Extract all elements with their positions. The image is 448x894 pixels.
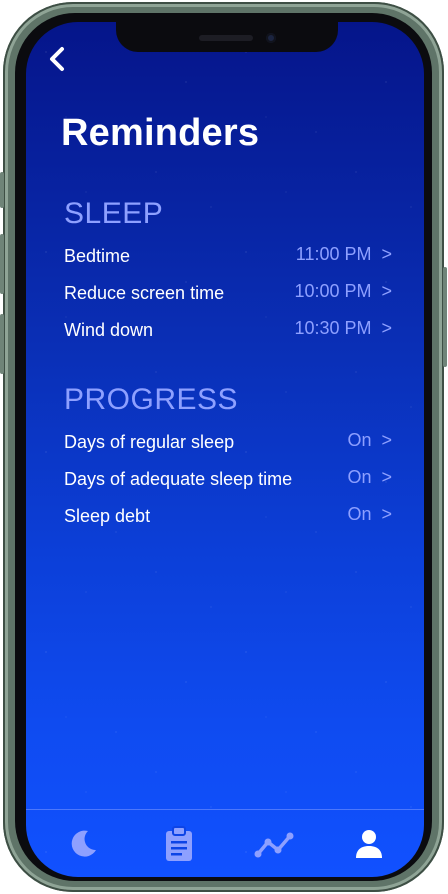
reminder-row-wind-down[interactable]: Wind down 10:30 PM > — [64, 314, 392, 344]
value-text: On — [347, 430, 372, 450]
reminder-row-days-of-adequate-sleep-time[interactable]: Days of adequate sleep time On > — [64, 463, 392, 493]
row-value: On > — [347, 467, 392, 488]
row-label: Days of regular sleep — [64, 432, 235, 452]
screen: Reminders SLEEP Bedtime 11:00 PM > Reduce… — [26, 22, 424, 877]
moon-icon — [71, 830, 96, 857]
chevron-right-icon: > — [381, 318, 392, 338]
tab-trends[interactable] — [254, 824, 294, 864]
row-value: On > — [347, 504, 392, 525]
chevron-right-icon: > — [381, 430, 392, 450]
speaker — [199, 35, 253, 41]
row-label: Wind down — [64, 320, 154, 340]
volume-up-button — [0, 234, 4, 294]
back-button[interactable] — [46, 44, 76, 74]
reminder-row-days-of-regular-sleep[interactable]: Days of regular sleep On > — [64, 426, 392, 456]
row-value: 10:30 PM > — [294, 318, 392, 339]
chevron-right-icon: > — [381, 467, 392, 487]
row-value: On > — [347, 430, 392, 451]
tab-journal[interactable] — [159, 824, 199, 864]
tab-sleep[interactable] — [63, 824, 103, 864]
row-label: Days of adequate sleep time — [64, 469, 293, 489]
value-text: On — [347, 467, 372, 487]
row-label: Reduce screen time — [64, 283, 225, 303]
volume-down-button — [0, 314, 4, 374]
chevron-right-icon: > — [381, 504, 392, 524]
notch — [116, 22, 338, 52]
reminder-row-reduce-screen-time[interactable]: Reduce screen time 10:00 PM > — [64, 277, 392, 307]
row-value: 11:00 PM > — [296, 244, 392, 265]
chevron-right-icon: > — [381, 281, 392, 301]
value-text: 10:30 PM — [294, 318, 372, 338]
value-text: On — [347, 504, 372, 524]
section-header-progress: PROGRESS — [64, 383, 239, 416]
value-text: 11:00 PM — [295, 244, 372, 264]
reminder-row-bedtime[interactable]: Bedtime 11:00 PM > — [64, 240, 392, 270]
front-camera — [266, 33, 276, 43]
tab-bar — [26, 809, 424, 877]
page-title: Reminders — [61, 112, 260, 154]
phone-frame: Reminders SLEEP Bedtime 11:00 PM > Reduce… — [0, 2, 447, 892]
power-button — [443, 267, 447, 367]
silent-switch — [0, 172, 4, 208]
chevron-right-icon: > — [381, 244, 392, 264]
row-label: Bedtime — [64, 246, 131, 266]
reminder-row-sleep-debt[interactable]: Sleep debt On > — [64, 500, 392, 530]
section-header-sleep: SLEEP — [64, 197, 164, 230]
row-value: 10:00 PM > — [294, 281, 392, 302]
trend-line-icon — [254, 832, 294, 858]
clipboard-icon — [166, 826, 192, 861]
tab-profile[interactable] — [349, 824, 389, 864]
row-label: Sleep debt — [64, 506, 151, 526]
user-icon — [356, 830, 382, 858]
chevron-left-icon — [50, 47, 64, 71]
value-text: 10:00 PM — [294, 281, 372, 301]
